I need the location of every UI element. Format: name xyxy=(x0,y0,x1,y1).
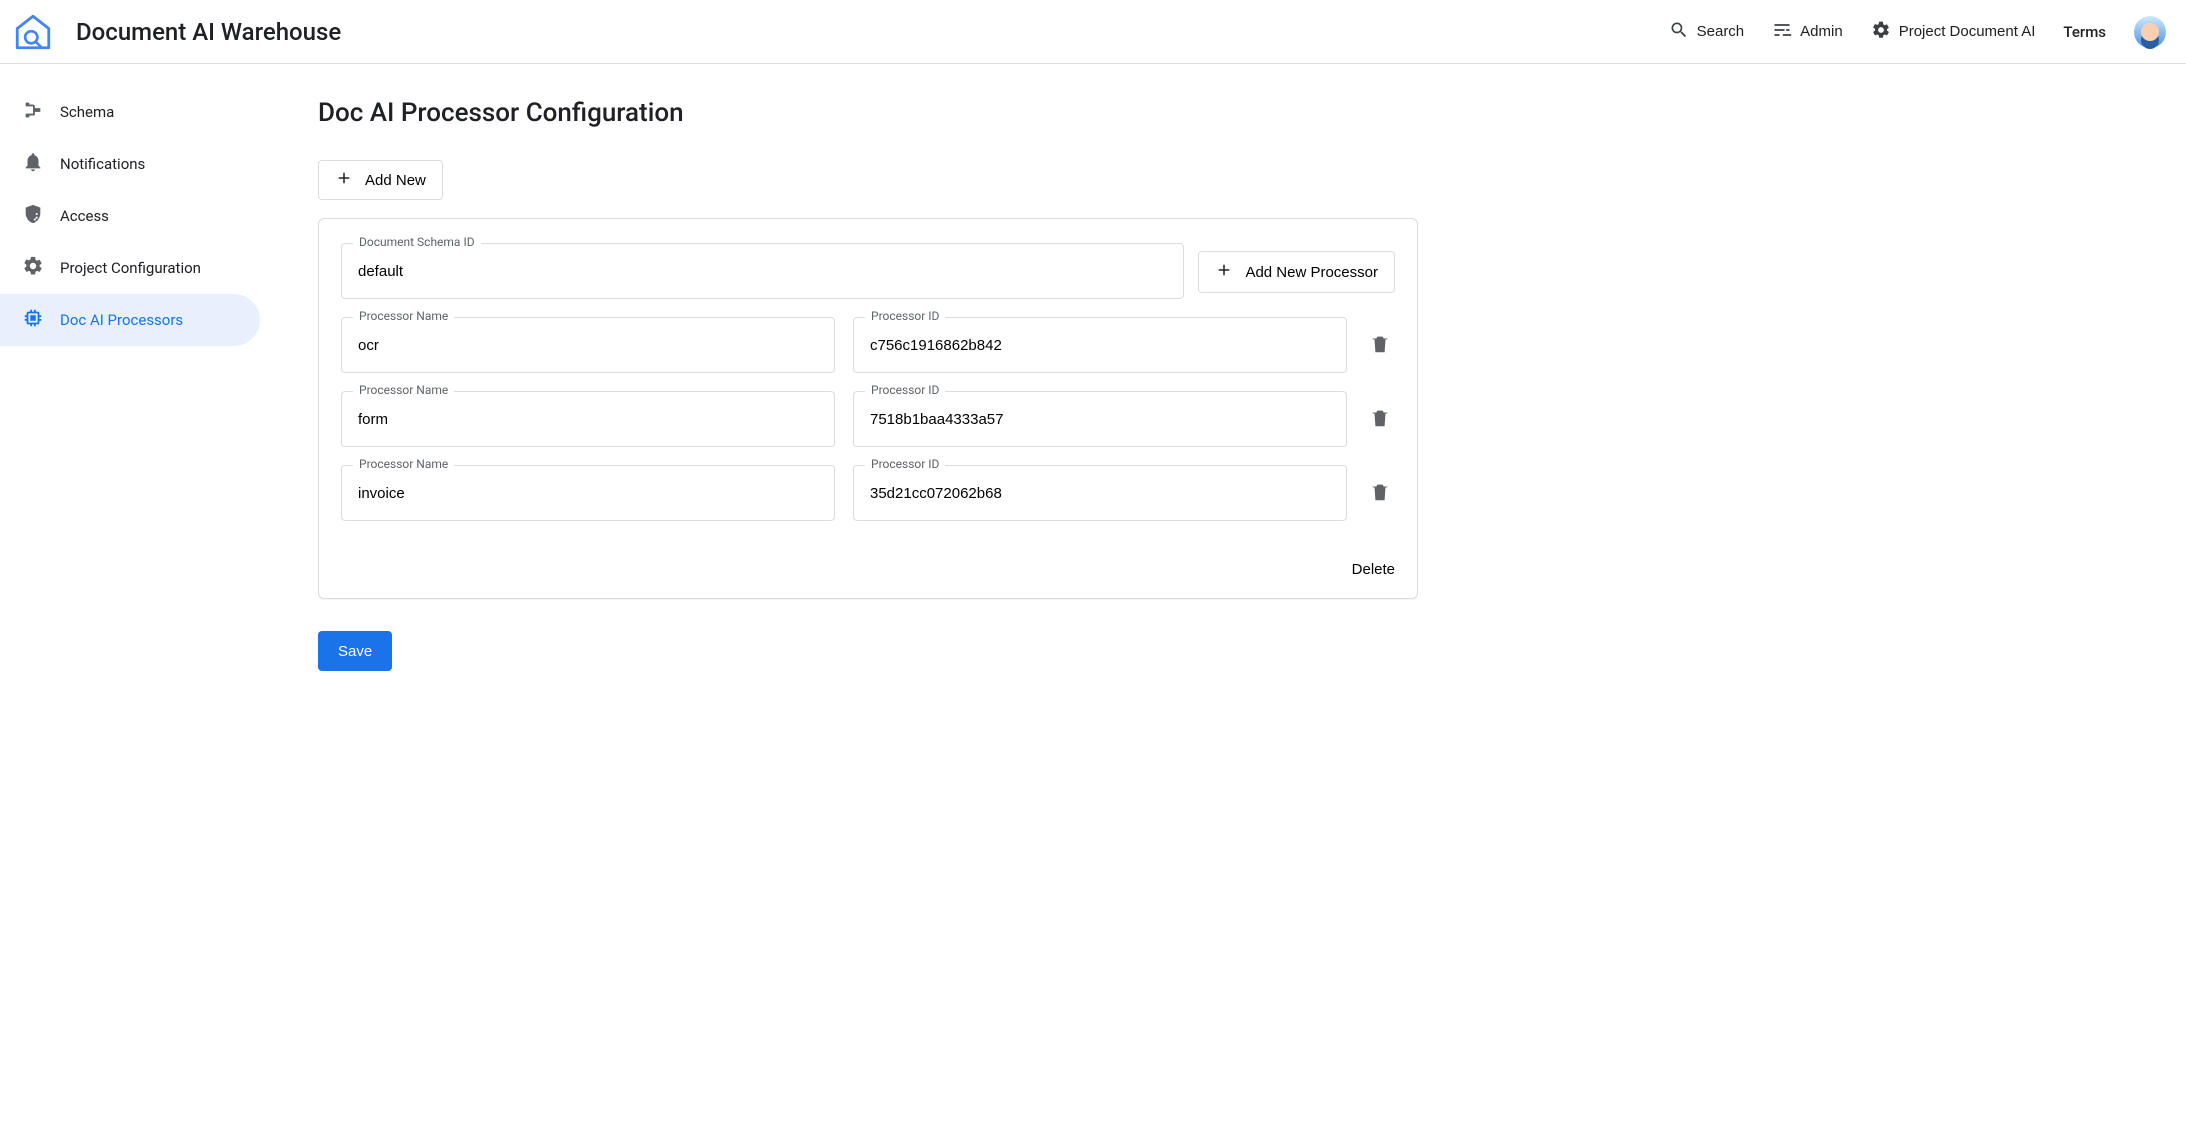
processor-id-field: Processor ID xyxy=(853,391,1347,447)
add-new-processor-button[interactable]: Add New Processor xyxy=(1198,251,1395,293)
plus-icon xyxy=(335,169,353,191)
gear-icon xyxy=(1871,20,1891,44)
processor-row: Processor Name Processor ID xyxy=(341,391,1395,447)
processor-name-input[interactable] xyxy=(341,465,835,521)
user-avatar[interactable] xyxy=(2134,16,2166,48)
header: Document AI Warehouse Search Admin Proje… xyxy=(0,0,2186,64)
schema-id-field: Document Schema ID xyxy=(341,243,1184,299)
schema-id-label: Document Schema ID xyxy=(353,235,481,249)
schema-id-input[interactable] xyxy=(341,243,1184,299)
processor-row: Processor Name Processor ID xyxy=(341,317,1395,373)
trash-icon xyxy=(1369,417,1391,432)
app-title: Document AI Warehouse xyxy=(76,18,341,46)
add-new-button[interactable]: Add New xyxy=(318,160,443,200)
tune-icon xyxy=(1772,20,1792,44)
sidebar: Schema Notifications Access Project Conf… xyxy=(0,64,268,1132)
add-new-label: Add New xyxy=(365,172,426,189)
sidebar-item-notifications[interactable]: Notifications xyxy=(0,138,260,190)
header-actions: Search Admin Project Document AI Terms xyxy=(1669,16,2166,48)
processor-id-input[interactable] xyxy=(853,391,1347,447)
sidebar-item-label: Schema xyxy=(60,103,114,121)
sidebar-item-label: Access xyxy=(60,207,109,225)
sidebar-item-label: Notifications xyxy=(60,155,145,173)
search-label: Search xyxy=(1697,23,1745,40)
search-icon xyxy=(1669,20,1689,44)
admin-label: Admin xyxy=(1800,23,1843,40)
shield-icon xyxy=(22,203,44,229)
processor-id-input[interactable] xyxy=(853,465,1347,521)
project-label: Project Document AI xyxy=(1899,23,2036,40)
processor-name-label: Processor Name xyxy=(353,457,454,471)
trash-icon xyxy=(1369,343,1391,358)
admin-button[interactable]: Admin xyxy=(1772,20,1843,44)
sidebar-item-label: Doc AI Processors xyxy=(60,311,183,329)
main: Doc AI Processor Configuration Add New D… xyxy=(268,64,1468,1132)
processor-id-label: Processor ID xyxy=(865,457,945,471)
gear-icon xyxy=(22,255,44,281)
warehouse-logo-icon xyxy=(12,11,54,53)
processor-name-field: Processor Name xyxy=(341,465,835,521)
sidebar-item-label: Project Configuration xyxy=(60,259,201,277)
processor-id-field: Processor ID xyxy=(853,317,1347,373)
processor-id-input[interactable] xyxy=(853,317,1347,373)
sidebar-item-project-configuration[interactable]: Project Configuration xyxy=(0,242,260,294)
processor-name-input[interactable] xyxy=(341,391,835,447)
delete-card-button[interactable]: Delete xyxy=(1352,561,1395,578)
processor-row: Processor Name Processor ID xyxy=(341,465,1395,521)
processor-name-field: Processor Name xyxy=(341,317,835,373)
sidebar-item-schema[interactable]: Schema xyxy=(0,86,260,138)
processor-config-card: Document Schema ID Add New Processor Pro… xyxy=(318,218,1418,599)
processor-name-label: Processor Name xyxy=(353,309,454,323)
logo-wrap: Document AI Warehouse xyxy=(12,11,341,53)
processor-id-field: Processor ID xyxy=(853,465,1347,521)
processor-id-label: Processor ID xyxy=(865,383,945,397)
project-button[interactable]: Project Document AI xyxy=(1871,20,2036,44)
trash-icon xyxy=(1369,491,1391,506)
sidebar-item-access[interactable]: Access xyxy=(0,190,260,242)
bell-icon xyxy=(22,151,44,177)
plus-icon xyxy=(1215,261,1233,283)
delete-processor-button[interactable] xyxy=(1365,477,1395,510)
processor-id-label: Processor ID xyxy=(865,309,945,323)
add-processor-label: Add New Processor xyxy=(1245,264,1378,281)
terms-link[interactable]: Terms xyxy=(2063,23,2106,41)
page-title: Doc AI Processor Configuration xyxy=(318,98,1418,128)
sidebar-item-doc-ai-processors[interactable]: Doc AI Processors xyxy=(0,294,260,346)
save-button[interactable]: Save xyxy=(318,631,392,671)
processor-name-input[interactable] xyxy=(341,317,835,373)
processor-name-label: Processor Name xyxy=(353,383,454,397)
search-button[interactable]: Search xyxy=(1669,20,1745,44)
chip-icon xyxy=(22,307,44,333)
delete-processor-button[interactable] xyxy=(1365,329,1395,362)
schema-icon xyxy=(22,99,44,125)
delete-processor-button[interactable] xyxy=(1365,403,1395,436)
processor-name-field: Processor Name xyxy=(341,391,835,447)
